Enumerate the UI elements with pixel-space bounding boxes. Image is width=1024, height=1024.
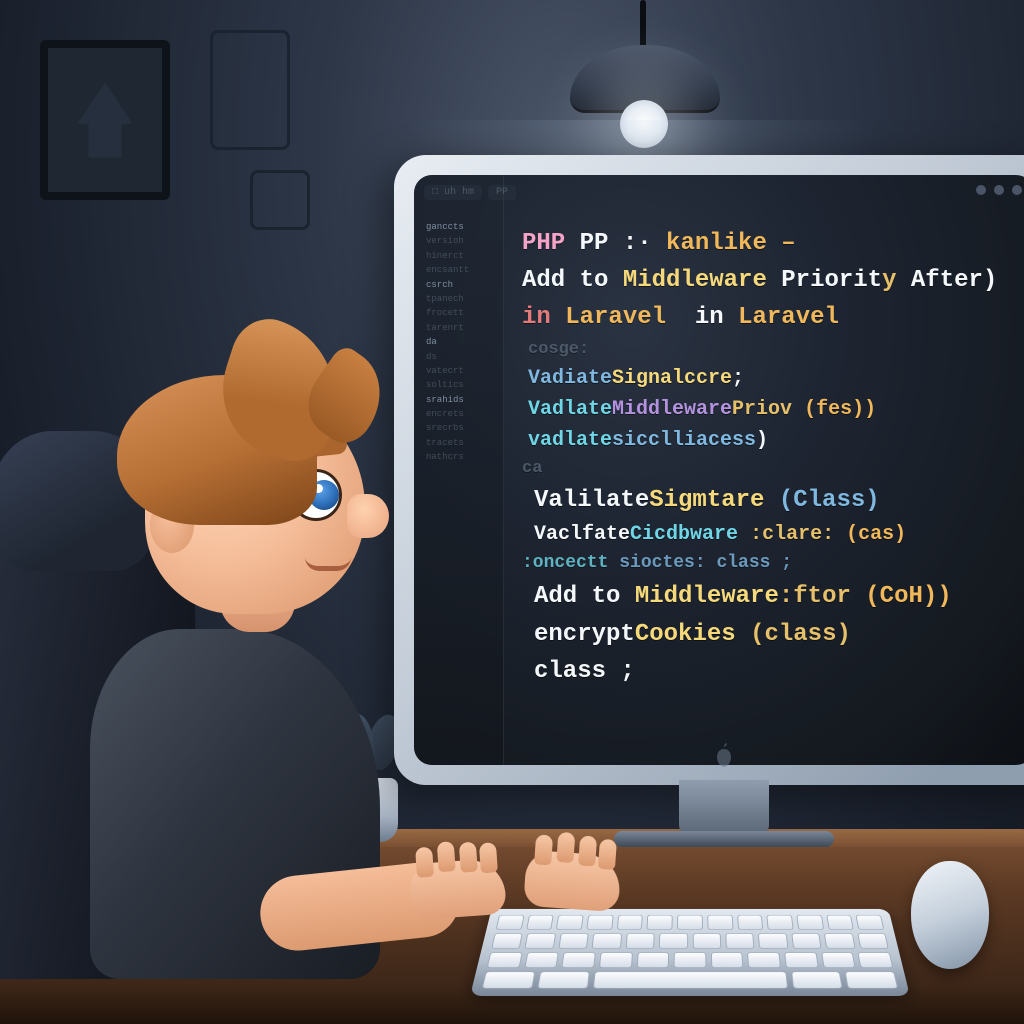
code-token: Signalccre: [612, 367, 732, 390]
code-token: PP :·: [580, 230, 652, 257]
sidebar-item: encsantt: [422, 263, 495, 277]
sidebar-item: ds: [422, 350, 495, 364]
sidebar-item: tracets: [422, 436, 495, 450]
sidebar-item: hinerct: [422, 249, 495, 263]
code-token: Vadlate: [528, 398, 612, 421]
code-token: Cookies: [635, 621, 736, 648]
window-button-icon: [994, 185, 1004, 195]
sidebar-item: csrch: [422, 278, 495, 292]
code-token: Sigmtare: [649, 487, 764, 514]
editor-tab: PP: [488, 185, 516, 200]
code-token: Add to: [522, 267, 608, 294]
code-token: ;: [732, 367, 744, 390]
code-token: Priorit: [781, 267, 882, 294]
monitor-stand: [679, 780, 769, 835]
code-token: ): [756, 429, 768, 452]
code-token: :clare:: [750, 523, 834, 546]
code-token: Cicdbware: [630, 523, 738, 546]
sidebar-item: encrets: [422, 407, 495, 421]
code-token: encrypt: [534, 621, 635, 648]
code-token: Vaclfate: [534, 523, 630, 546]
code-token: (class): [750, 621, 851, 648]
code-token: y: [882, 267, 896, 294]
sidebar-item: frocett: [422, 306, 495, 320]
code-token: cosge:: [522, 337, 1020, 363]
code-token: :ftor: [779, 583, 851, 610]
code-token: (Class): [779, 487, 880, 514]
code-token: sicclliacess: [612, 429, 756, 452]
code-token: Middleware: [623, 267, 767, 294]
code-token: Middleware: [612, 398, 732, 421]
code-token: PHP: [522, 230, 565, 257]
sidebar-item: soltics: [422, 378, 495, 392]
monitor: □ uh hm PP ganccts versioh hinerct encsa…: [394, 155, 1024, 785]
code-token: Laravel: [738, 304, 839, 331]
sidebar-item: versioh: [422, 234, 495, 248]
sidebar-item: nathcrs: [422, 450, 495, 464]
code-token: Vadiate: [528, 367, 612, 390]
sidebar-item: srecrbs: [422, 421, 495, 435]
window-buttons: [976, 185, 1022, 195]
keyboard: [470, 909, 910, 996]
sidebar-item: ganccts: [422, 220, 495, 234]
code-token: Priov: [732, 398, 792, 421]
code-token: Add to: [534, 583, 620, 610]
window-button-icon: [976, 185, 986, 195]
sidebar-item: vatecrt: [422, 364, 495, 378]
code-token: Valilate: [534, 487, 649, 514]
plant-pot: [318, 778, 398, 842]
code-token: (CoH)): [865, 583, 951, 610]
editor-tab: □ uh hm: [424, 185, 482, 200]
window-button-icon: [1012, 185, 1022, 195]
code-editor-screen: □ uh hm PP ganccts versioh hinerct encsa…: [414, 175, 1024, 765]
code-token: ca: [522, 456, 1020, 482]
editor-sidebar: ganccts versioh hinerct encsantt csrch t…: [414, 175, 504, 765]
code-token: (fes)): [804, 398, 876, 421]
wall-decor-line: [210, 30, 290, 150]
code-token: class ;: [522, 653, 1020, 690]
code-token: in: [695, 304, 724, 331]
monitor-foot: [614, 831, 834, 847]
code-token: vadlate: [528, 429, 612, 452]
code-content: PHP PP :· kanlike – Add to Middleware Pr…: [504, 175, 1024, 765]
wall-art-frame: [40, 40, 170, 200]
sidebar-item: da: [422, 335, 495, 349]
editor-tabstrip: □ uh hm PP: [424, 181, 1024, 203]
code-token: Laravel: [565, 304, 666, 331]
wall-decor-line: [250, 170, 310, 230]
code-token: Middleware: [635, 583, 779, 610]
code-token: kanlike –: [666, 230, 796, 257]
code-token: in: [522, 304, 551, 331]
code-token: After): [911, 267, 997, 294]
sidebar-item: srahids: [422, 393, 495, 407]
lamp-bulb: [620, 100, 668, 148]
mouse: [911, 861, 989, 969]
sidebar-item: tarenrt: [422, 321, 495, 335]
code-token: :oncectt: [522, 553, 608, 573]
code-token: sioctes: class ;: [619, 553, 792, 573]
code-token: (cas): [846, 523, 906, 546]
sidebar-item: tpanech: [422, 292, 495, 306]
